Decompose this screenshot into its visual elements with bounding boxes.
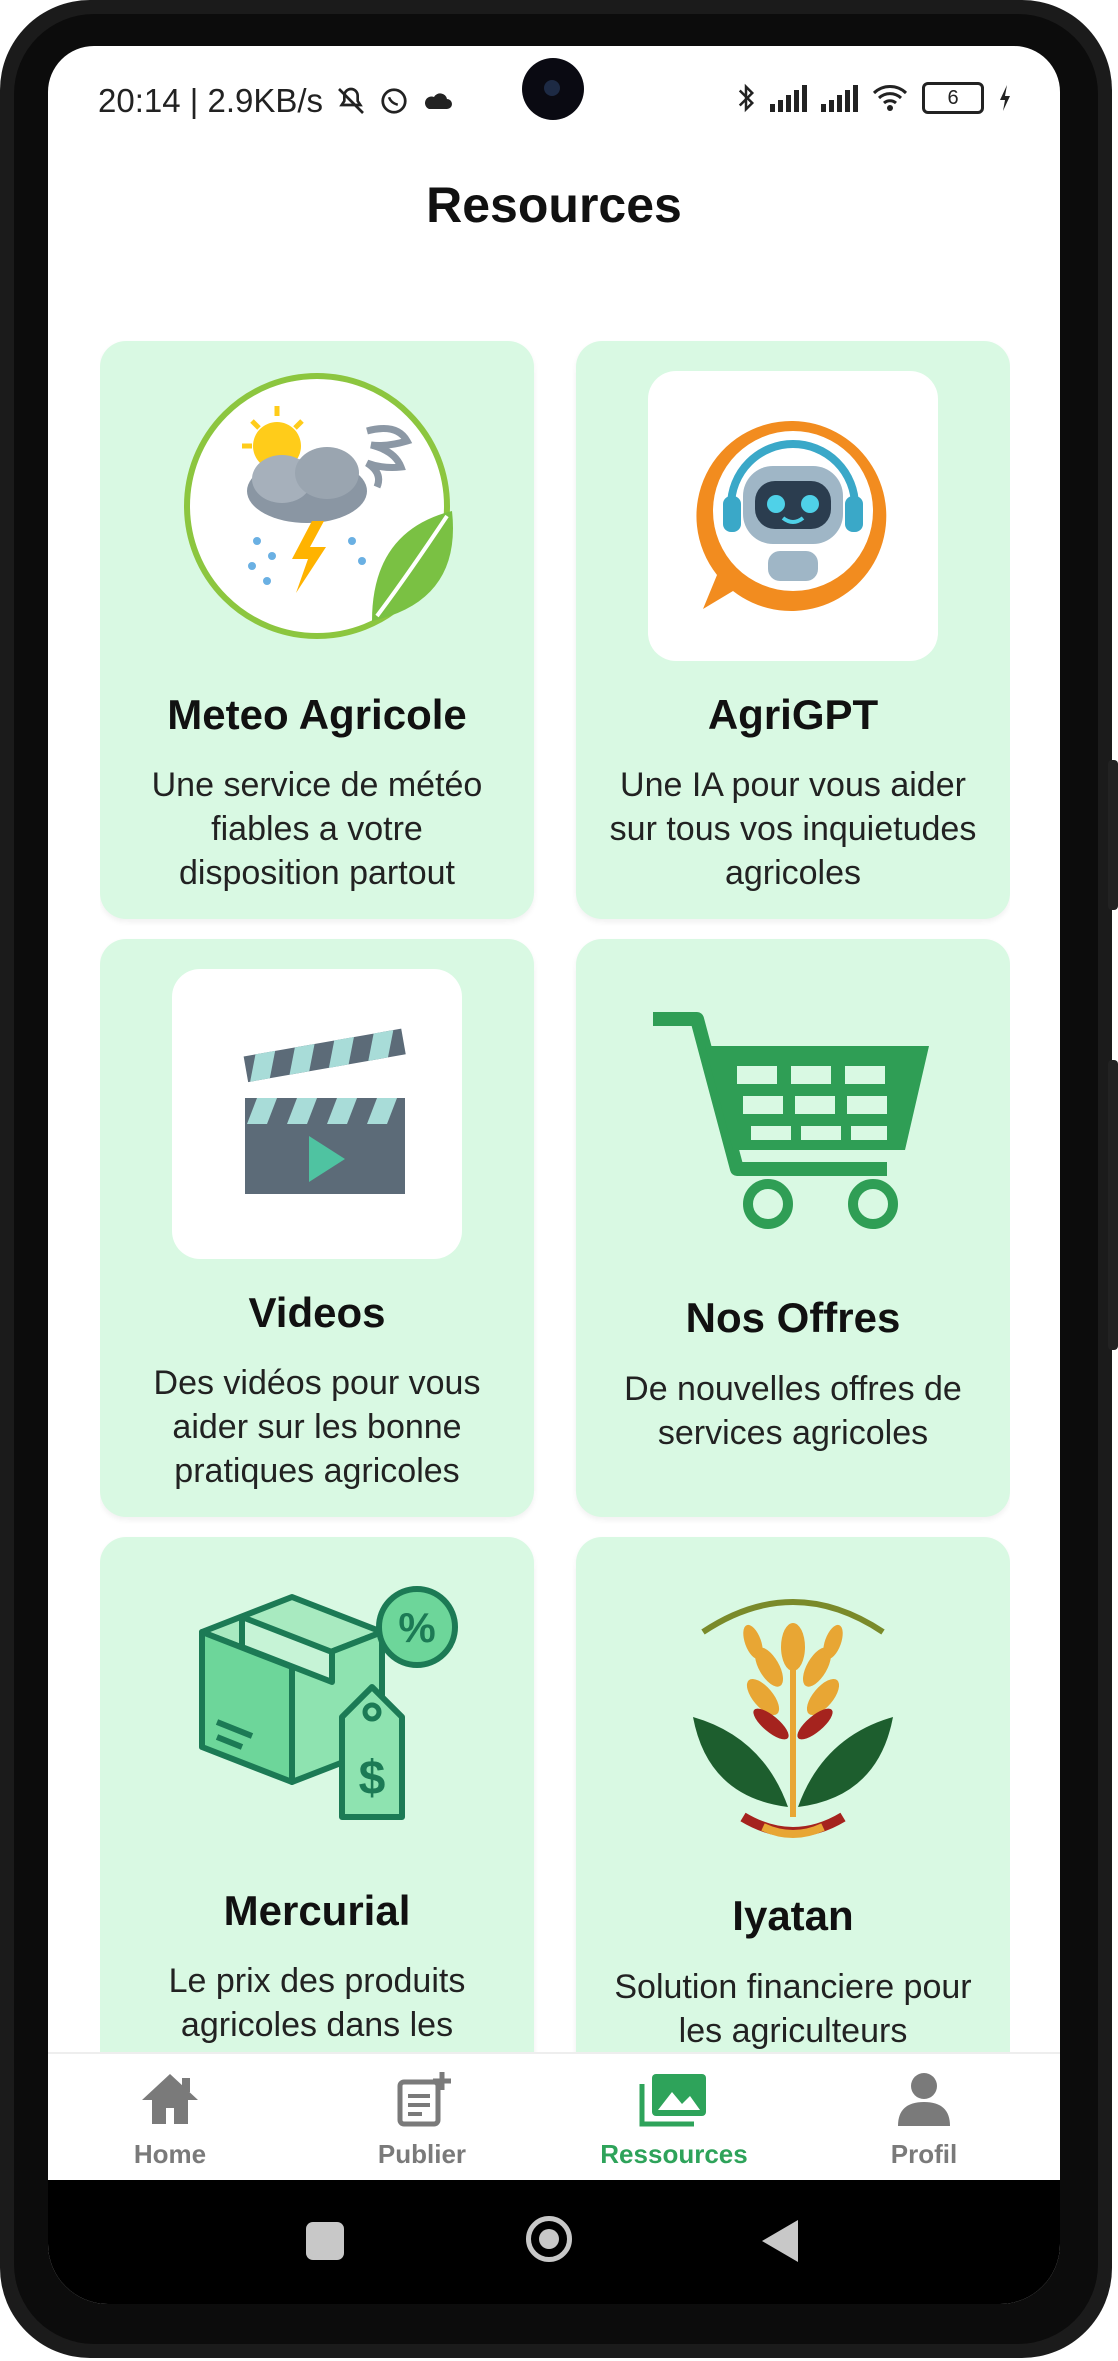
card-nos-offres[interactable]: Nos Offres De nouvelles offres de servic… [576,939,1010,1517]
nav-profil[interactable]: Profil [824,2070,1024,2170]
card-description: Une service de météo fiables a votre dis… [151,766,483,892]
post-add-icon [397,2072,451,2127]
charging-icon [1000,85,1010,111]
status-right: 6 [736,82,1012,114]
battery-level: 6 [947,86,959,109]
robot-assistant-icon [648,371,938,661]
mute-icon [338,87,365,114]
bottom-navigation: Home Publier Ressources Profil [48,2052,1060,2182]
card-title: Iyatan [732,1892,854,1939]
power-button [1108,1060,1118,1350]
card-description: Solution financiere pour les agriculteur… [614,1968,972,2050]
svg-text:%: % [398,1604,435,1651]
card-title: Videos [248,1289,386,1336]
weather-leaf-icon [172,361,462,651]
card-title: Nos Offres [685,1294,901,1341]
screen: 20:14 | 2.9KB/s 6 Resources Meteo Agrico… [48,46,1060,2304]
card-mercurial[interactable]: % $ Mercurial Le prix des produits agric… [100,1537,534,2086]
nav-label: Ressources [600,2139,748,2169]
system-navigation-bar [48,2180,1060,2304]
cloud-icon [425,93,453,109]
home-button-dot [539,2229,559,2249]
person-icon [898,2073,950,2126]
card-title: AgriGPT [707,691,879,738]
nav-label: Home [133,2139,207,2169]
volume-button [1108,760,1118,910]
status-time: 20:14 | 2.9KB/s [98,82,324,119]
signal-icon [770,84,807,112]
wheat-logo-icon [648,1567,938,1857]
nav-home[interactable]: Home [70,2070,270,2170]
card-description: Une IA pour vous aider sur tous vos inqu… [609,766,977,892]
bluetooth-icon [738,83,755,113]
nav-publier[interactable]: Publier [322,2070,522,2170]
battery-icon: 6 [922,82,984,114]
home-button[interactable] [526,2216,572,2262]
card-description: De nouvelles offres de services agricole… [624,1370,962,1452]
nav-ressources[interactable]: Ressources [574,2070,774,2170]
status-bar: 20:14 | 2.9KB/s 6 [48,46,1060,166]
card-videos[interactable]: Videos Des vidéos pour vous aider sur le… [100,939,534,1517]
package-price-icon: % $ [172,1567,462,1857]
wifi-icon [872,85,908,111]
photo-library-icon [639,2074,706,2127]
recents-button[interactable] [306,2222,344,2260]
whatsapp-icon [381,88,407,114]
clapperboard-icon [172,969,462,1259]
card-description: Des vidéos pour vous aider sur les bonne… [153,1364,481,1490]
home-icon [142,2074,198,2124]
page-title: Resources [426,177,682,233]
card-meteo-agricole[interactable]: Meteo Agricole Une service de météo fiab… [100,341,534,919]
resources-grid: Meteo Agricole Une service de météo fiab… [100,296,1010,2086]
card-iyatan[interactable]: Iyatan Solution financiere pour les agri… [576,1537,1010,2086]
front-camera [522,58,584,120]
shopping-cart-icon [643,969,943,1269]
card-title: Meteo Agricole [167,691,467,738]
card-agrigpt[interactable]: AgriGPT Une IA pour vous aider sur tous … [576,341,1010,919]
nav-label: Publier [377,2139,467,2169]
card-title: Mercurial [223,1887,411,1934]
svg-text:$: $ [359,1752,386,1805]
signal-icon [821,84,858,112]
back-icon[interactable] [760,2218,800,2264]
status-left: 20:14 | 2.9KB/s [98,82,453,120]
nav-label: Profil [890,2139,958,2169]
